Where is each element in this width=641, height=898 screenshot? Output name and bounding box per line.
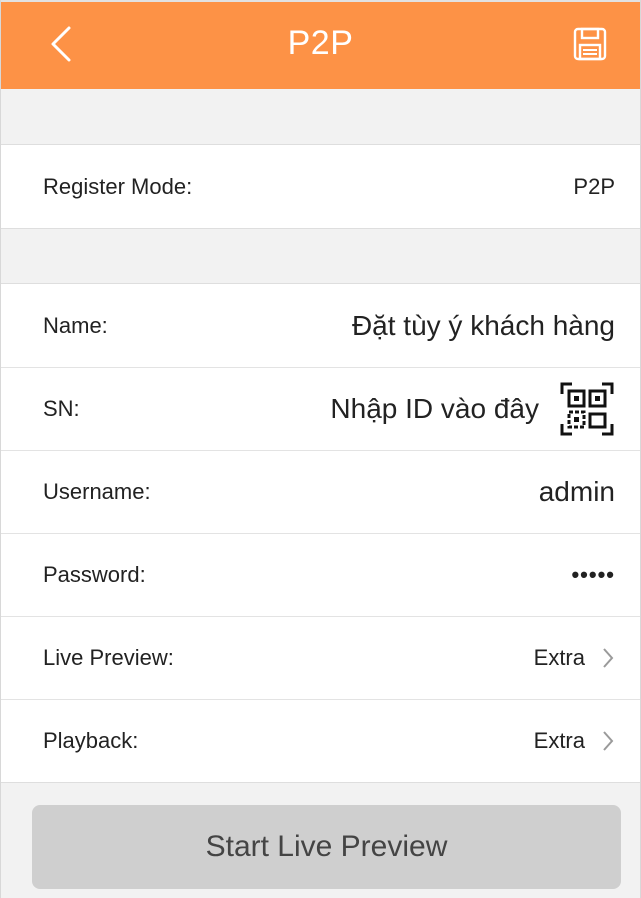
floppy-disk-icon xyxy=(573,27,607,61)
app-header: P2P xyxy=(1,0,640,89)
live-preview-value: Extra xyxy=(533,645,585,670)
username-label: Username: xyxy=(43,479,151,504)
username-row[interactable]: Username: admin xyxy=(1,450,640,533)
username-input[interactable]: admin xyxy=(539,476,615,508)
sn-input[interactable]: Nhập ID vào đây xyxy=(330,393,539,425)
register-mode-label: Register Mode: xyxy=(43,173,193,199)
password-row[interactable]: Password: ••••• xyxy=(1,533,640,616)
password-label: Password: xyxy=(43,562,146,587)
app-frame: P2P Register Mode: P2P Name: Đặt tùy ý k… xyxy=(0,0,641,898)
live-preview-label: Live Preview: xyxy=(43,645,174,670)
playback-row[interactable]: Playback: Extra xyxy=(1,699,640,782)
live-preview-row[interactable]: Live Preview: Extra xyxy=(1,616,640,699)
sn-label: SN: xyxy=(43,396,80,421)
qr-scan-icon xyxy=(560,382,614,436)
chevron-right-icon xyxy=(601,647,615,669)
sn-right: Nhập ID vào đây xyxy=(330,381,615,437)
page-title: P2P xyxy=(287,24,354,62)
password-input[interactable]: ••••• xyxy=(571,562,615,588)
register-mode-value: P2P xyxy=(573,173,615,199)
name-label: Name: xyxy=(43,312,108,338)
sn-row[interactable]: SN: Nhập ID vào đây xyxy=(1,367,640,450)
live-preview-right: Extra xyxy=(534,645,615,671)
name-input[interactable]: Đặt tùy ý khách hàng xyxy=(352,310,615,342)
playback-value: Extra xyxy=(533,728,585,753)
save-button[interactable] xyxy=(564,18,616,70)
register-mode-group: Register Mode: P2P xyxy=(1,144,640,229)
register-mode-row[interactable]: Register Mode: P2P xyxy=(1,145,640,228)
playback-label: Playback: xyxy=(43,728,139,753)
device-form: Name: Đặt tùy ý khách hàng SN: Nhập ID v… xyxy=(1,283,640,783)
playback-right: Extra xyxy=(534,728,615,754)
section-spacer xyxy=(1,89,640,144)
chevron-right-icon xyxy=(601,730,615,752)
name-row[interactable]: Name: Đặt tùy ý khách hàng xyxy=(1,284,640,367)
qr-scan-button[interactable] xyxy=(559,381,615,437)
start-live-preview-button[interactable]: Start Live Preview xyxy=(32,805,621,889)
